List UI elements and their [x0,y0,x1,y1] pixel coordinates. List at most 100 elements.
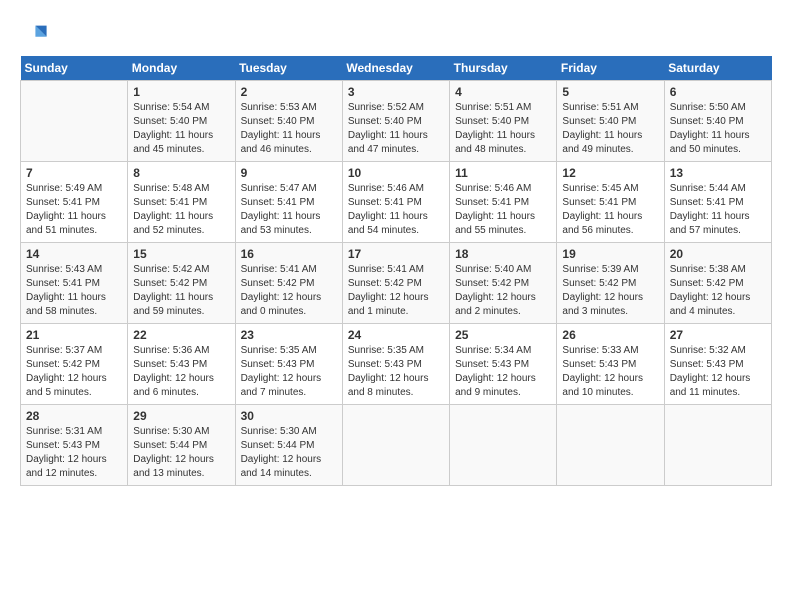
day-info: Sunrise: 5:54 AM Sunset: 5:40 PM Dayligh… [133,101,229,157]
day-info: Sunrise: 5:32 AM Sunset: 5:43 PM Dayligh… [670,344,766,400]
calendar-cell: 20 Sunrise: 5:38 AM Sunset: 5:42 PM Dayli… [664,243,771,324]
day-number: 25 [455,328,551,342]
calendar-cell [450,405,557,486]
calendar-cell: 30 Sunrise: 5:30 AM Sunset: 5:44 PM Dayli… [235,405,342,486]
day-number: 18 [455,247,551,261]
day-number: 19 [562,247,658,261]
calendar-cell: 16 Sunrise: 5:41 AM Sunset: 5:42 PM Dayli… [235,243,342,324]
day-of-week-header: Saturday [664,56,771,81]
calendar-table: SundayMondayTuesdayWednesdayThursdayFrid… [20,56,772,486]
day-info: Sunrise: 5:45 AM Sunset: 5:41 PM Dayligh… [562,182,658,238]
day-number: 23 [241,328,337,342]
calendar-cell: 8Sunrise: 5:48 AM Sunset: 5:41 PM Daylig… [128,162,235,243]
day-of-week-header: Tuesday [235,56,342,81]
day-info: Sunrise: 5:41 AM Sunset: 5:42 PM Dayligh… [241,263,337,319]
calendar-cell: 10 Sunrise: 5:46 AM Sunset: 5:41 PM Dayli… [342,162,449,243]
day-info: Sunrise: 5:49 AM Sunset: 5:41 PM Dayligh… [26,182,122,238]
day-info: Sunrise: 5:30 AM Sunset: 5:44 PM Dayligh… [133,425,229,481]
day-info: Sunrise: 5:36 AM Sunset: 5:43 PM Dayligh… [133,344,229,400]
day-number: 11 [455,166,551,180]
day-info: Sunrise: 5:42 AM Sunset: 5:42 PM Dayligh… [133,263,229,319]
calendar-cell: 27 Sunrise: 5:32 AM Sunset: 5:43 PM Dayli… [664,324,771,405]
calendar-cell: 17 Sunrise: 5:41 AM Sunset: 5:42 PM Dayli… [342,243,449,324]
day-info: Sunrise: 5:52 AM Sunset: 5:40 PM Dayligh… [348,101,444,157]
day-number: 6 [670,85,766,99]
calendar-header-row: SundayMondayTuesdayWednesdayThursdayFrid… [21,56,772,81]
calendar-cell: 28Sunrise: 5:31 AM Sunset: 5:43 PM Dayli… [21,405,128,486]
page-header [20,20,772,48]
day-number: 27 [670,328,766,342]
day-info: Sunrise: 5:53 AM Sunset: 5:40 PM Dayligh… [241,101,337,157]
day-number: 4 [455,85,551,99]
day-number: 7 [26,166,122,180]
calendar-cell: 1 Sunrise: 5:54 AM Sunset: 5:40 PM Daylig… [128,81,235,162]
calendar-week-row: 7 Sunrise: 5:49 AM Sunset: 5:41 PM Daylig… [21,162,772,243]
calendar-cell: 7 Sunrise: 5:49 AM Sunset: 5:41 PM Daylig… [21,162,128,243]
day-info: Sunrise: 5:51 AM Sunset: 5:40 PM Dayligh… [562,101,658,157]
day-number: 1 [133,85,229,99]
day-info: Sunrise: 5:35 AM Sunset: 5:43 PM Dayligh… [348,344,444,400]
day-of-week-header: Friday [557,56,664,81]
day-of-week-header: Wednesday [342,56,449,81]
calendar-cell: 18 Sunrise: 5:40 AM Sunset: 5:42 PM Dayli… [450,243,557,324]
day-info: Sunrise: 5:33 AM Sunset: 5:43 PM Dayligh… [562,344,658,400]
day-number: 10 [348,166,444,180]
calendar-cell: 22 Sunrise: 5:36 AM Sunset: 5:43 PM Dayli… [128,324,235,405]
day-info: Sunrise: 5:47 AM Sunset: 5:41 PM Dayligh… [241,182,337,238]
calendar-cell [557,405,664,486]
calendar-week-row: 1 Sunrise: 5:54 AM Sunset: 5:40 PM Daylig… [21,81,772,162]
day-info: Sunrise: 5:38 AM Sunset: 5:42 PM Dayligh… [670,263,766,319]
calendar-cell: 19Sunrise: 5:39 AM Sunset: 5:42 PM Dayli… [557,243,664,324]
day-number: 9 [241,166,337,180]
day-info: Sunrise: 5:46 AM Sunset: 5:41 PM Dayligh… [455,182,551,238]
calendar-cell: 23Sunrise: 5:35 AM Sunset: 5:43 PM Dayli… [235,324,342,405]
day-number: 13 [670,166,766,180]
day-number: 22 [133,328,229,342]
day-number: 12 [562,166,658,180]
day-number: 16 [241,247,337,261]
calendar-cell: 24 Sunrise: 5:35 AM Sunset: 5:43 PM Dayli… [342,324,449,405]
day-of-week-header: Monday [128,56,235,81]
logo [20,20,52,48]
calendar-cell: 2Sunrise: 5:53 AM Sunset: 5:40 PM Daylig… [235,81,342,162]
calendar-cell: 14 Sunrise: 5:43 AM Sunset: 5:41 PM Dayli… [21,243,128,324]
calendar-cell: 13 Sunrise: 5:44 AM Sunset: 5:41 PM Dayli… [664,162,771,243]
day-number: 17 [348,247,444,261]
day-of-week-header: Sunday [21,56,128,81]
calendar-cell: 12 Sunrise: 5:45 AM Sunset: 5:41 PM Dayli… [557,162,664,243]
calendar-cell: 15 Sunrise: 5:42 AM Sunset: 5:42 PM Dayli… [128,243,235,324]
day-number: 20 [670,247,766,261]
day-info: Sunrise: 5:40 AM Sunset: 5:42 PM Dayligh… [455,263,551,319]
calendar-cell: 5Sunrise: 5:51 AM Sunset: 5:40 PM Daylig… [557,81,664,162]
calendar-cell: 4 Sunrise: 5:51 AM Sunset: 5:40 PM Daylig… [450,81,557,162]
day-info: Sunrise: 5:46 AM Sunset: 5:41 PM Dayligh… [348,182,444,238]
calendar-week-row: 14 Sunrise: 5:43 AM Sunset: 5:41 PM Dayli… [21,243,772,324]
day-number: 24 [348,328,444,342]
calendar-cell: 21Sunrise: 5:37 AM Sunset: 5:42 PM Dayli… [21,324,128,405]
logo-icon [20,20,48,48]
day-info: Sunrise: 5:41 AM Sunset: 5:42 PM Dayligh… [348,263,444,319]
day-number: 30 [241,409,337,423]
day-number: 28 [26,409,122,423]
day-number: 8 [133,166,229,180]
day-number: 14 [26,247,122,261]
calendar-cell [21,81,128,162]
day-info: Sunrise: 5:50 AM Sunset: 5:40 PM Dayligh… [670,101,766,157]
day-info: Sunrise: 5:37 AM Sunset: 5:42 PM Dayligh… [26,344,122,400]
day-info: Sunrise: 5:34 AM Sunset: 5:43 PM Dayligh… [455,344,551,400]
day-number: 3 [348,85,444,99]
calendar-week-row: 28Sunrise: 5:31 AM Sunset: 5:43 PM Dayli… [21,405,772,486]
calendar-week-row: 21Sunrise: 5:37 AM Sunset: 5:42 PM Dayli… [21,324,772,405]
day-number: 29 [133,409,229,423]
day-number: 15 [133,247,229,261]
day-info: Sunrise: 5:44 AM Sunset: 5:41 PM Dayligh… [670,182,766,238]
calendar-cell [342,405,449,486]
calendar-cell: 11 Sunrise: 5:46 AM Sunset: 5:41 PM Dayli… [450,162,557,243]
calendar-cell: 25 Sunrise: 5:34 AM Sunset: 5:43 PM Dayli… [450,324,557,405]
calendar-cell: 29 Sunrise: 5:30 AM Sunset: 5:44 PM Dayli… [128,405,235,486]
calendar-cell: 6 Sunrise: 5:50 AM Sunset: 5:40 PM Daylig… [664,81,771,162]
day-info: Sunrise: 5:51 AM Sunset: 5:40 PM Dayligh… [455,101,551,157]
calendar-cell [664,405,771,486]
day-info: Sunrise: 5:30 AM Sunset: 5:44 PM Dayligh… [241,425,337,481]
day-info: Sunrise: 5:43 AM Sunset: 5:41 PM Dayligh… [26,263,122,319]
